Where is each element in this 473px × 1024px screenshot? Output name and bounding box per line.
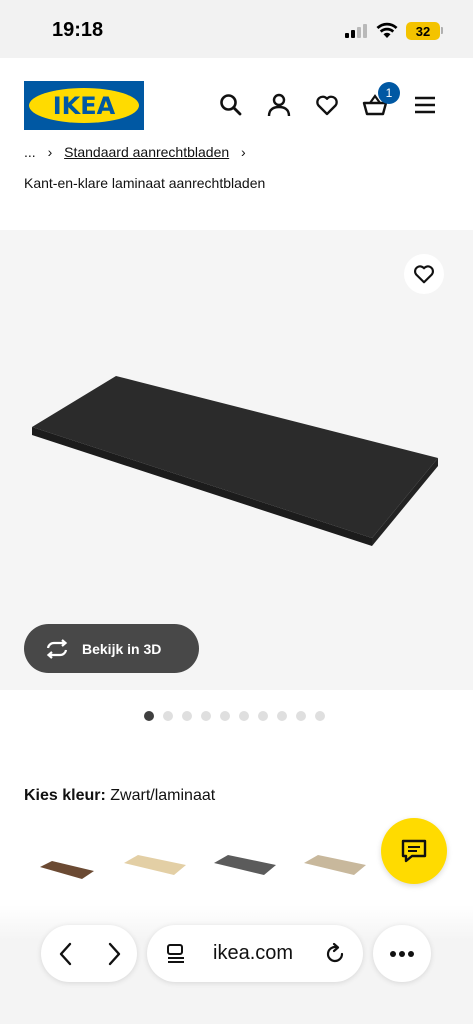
back-arrow-icon[interactable] xyxy=(55,941,77,967)
favorite-button[interactable] xyxy=(404,254,444,294)
profile-icon[interactable] xyxy=(266,92,292,118)
carousel-dot[interactable] xyxy=(239,711,249,721)
carousel-dot[interactable] xyxy=(315,711,325,721)
colour-selector-label: Kies kleur: Zwart/laminaat xyxy=(24,787,215,805)
carousel-dot[interactable] xyxy=(220,711,230,721)
browser-nav-controls xyxy=(41,925,137,982)
carousel-dot[interactable] xyxy=(163,711,173,721)
colour-swatch-birch[interactable] xyxy=(120,845,190,885)
colour-label: Kies kleur: xyxy=(24,787,106,804)
countertop-image xyxy=(32,376,438,546)
colour-swatch-anthracite[interactable] xyxy=(210,845,280,885)
cellular-signal-icon xyxy=(345,24,369,38)
ikea-logo[interactable]: IKEA xyxy=(24,81,144,130)
wifi-icon xyxy=(376,22,398,38)
colour-swatch-oak-beige[interactable] xyxy=(300,845,370,885)
site-header: IKEA 1 xyxy=(0,58,473,150)
ikea-product-page: 19:18 32 IKEA 1 ... › Standaard aanrecht… xyxy=(0,0,473,1024)
breadcrumb-separator: › xyxy=(47,144,53,160)
product-image-gallery[interactable] xyxy=(0,230,473,690)
status-time: 19:18 xyxy=(52,19,104,41)
logo-oval: IKEA xyxy=(29,88,139,123)
battery-level: 32 xyxy=(415,23,431,39)
chat-bubble-icon xyxy=(401,839,427,863)
chat-button[interactable] xyxy=(381,818,447,884)
carousel-dot[interactable] xyxy=(296,711,306,721)
wishlist-heart-icon[interactable] xyxy=(314,92,340,118)
view-in-3d-label: Bekijk in 3D xyxy=(82,640,162,657)
colour-value: Zwart/laminaat xyxy=(110,787,216,804)
heart-icon xyxy=(414,265,434,284)
reload-icon[interactable] xyxy=(323,942,347,966)
battery-indicator: 32 xyxy=(406,22,440,40)
logo-text: IKEA xyxy=(52,91,116,120)
colour-swatch-walnut[interactable] xyxy=(32,845,102,885)
forward-arrow-icon[interactable] xyxy=(103,941,125,967)
search-icon[interactable] xyxy=(218,92,244,118)
menu-hamburger-icon[interactable] xyxy=(412,92,438,118)
more-dots-icon xyxy=(390,950,414,957)
view-in-3d-button[interactable]: Bekijk in 3D xyxy=(24,624,199,673)
rotate-3d-icon xyxy=(46,638,68,659)
breadcrumb-ellipsis[interactable]: ... xyxy=(24,144,36,160)
cart-count-badge: 1 xyxy=(378,82,400,104)
carousel-dot[interactable] xyxy=(277,711,287,721)
more-options-button[interactable] xyxy=(373,925,431,982)
carousel-dots xyxy=(144,711,325,721)
carousel-dot[interactable] xyxy=(144,711,154,721)
carousel-dot[interactable] xyxy=(258,711,268,721)
breadcrumb: ... › Standaard aanrechtbladen › xyxy=(24,144,254,162)
carousel-dot[interactable] xyxy=(201,711,211,721)
breadcrumb-separator: › xyxy=(241,144,246,160)
page-menu-icon[interactable] xyxy=(165,943,187,965)
url-text[interactable]: ikea.com xyxy=(213,942,293,965)
carousel-dot[interactable] xyxy=(182,711,192,721)
battery-cap xyxy=(441,27,443,34)
status-bar: 19:18 32 xyxy=(0,0,473,58)
product-subtitle: Kant-en-klare laminaat aanrechtbladen xyxy=(24,175,266,191)
breadcrumb-link-category[interactable]: Standaard aanrechtbladen xyxy=(64,144,229,160)
